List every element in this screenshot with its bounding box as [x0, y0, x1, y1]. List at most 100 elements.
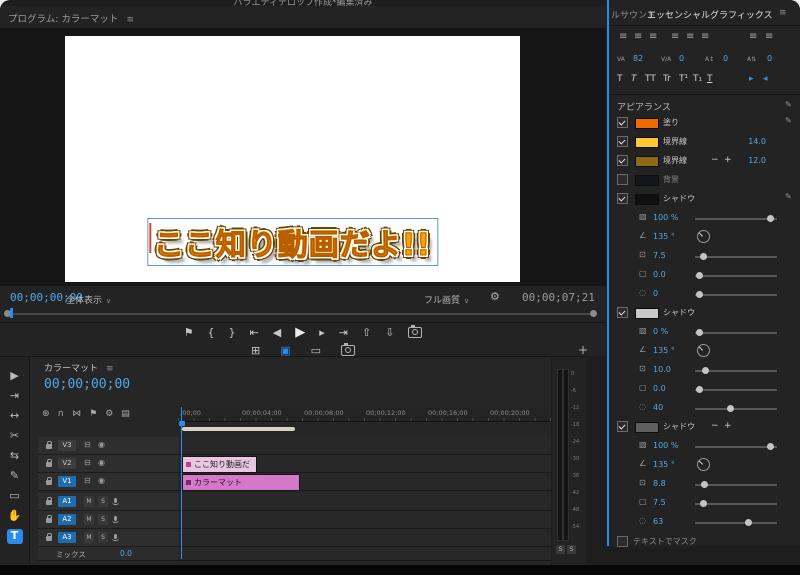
hand-tool[interactable]: ✋	[7, 509, 23, 523]
sync-lock-icon[interactable]: ⊟	[84, 459, 91, 467]
voiceover-mic-icon[interactable]	[112, 516, 119, 523]
track-select-forward-tool[interactable]: ⇥	[7, 389, 23, 403]
shadow1-distance-slider[interactable]	[695, 253, 777, 260]
capture-frame-button[interactable]	[341, 342, 356, 356]
eye-icon[interactable]: ◉	[98, 459, 105, 467]
stroke2-width-value[interactable]: 12.0	[748, 156, 766, 165]
align-justify-left-icon[interactable]: ≡	[671, 32, 679, 42]
lock-icon[interactable]	[46, 497, 52, 505]
small-caps-toggle[interactable]: Tr	[663, 74, 671, 84]
stroke2-checkbox[interactable]	[617, 155, 628, 166]
voiceover-mic-icon[interactable]	[112, 534, 119, 541]
superscript-toggle[interactable]: T¹	[679, 74, 688, 84]
underline-toggle[interactable]: T	[707, 74, 713, 84]
eye-icon[interactable]: ◉	[98, 441, 105, 449]
slider-knob[interactable]	[745, 519, 752, 526]
shadow1-opacity-value[interactable]: 100 %	[653, 213, 678, 222]
slider-knob[interactable]	[767, 443, 774, 450]
shadow2-size-slider[interactable]	[695, 386, 777, 393]
background-swatch[interactable]	[635, 175, 659, 186]
scrub-handle-right[interactable]	[590, 310, 597, 317]
fill-checkbox[interactable]	[617, 117, 628, 128]
shadow3-distance-slider[interactable]	[695, 481, 777, 488]
remove-shadow-button[interactable]: −	[711, 421, 719, 431]
lock-icon[interactable]	[46, 459, 52, 467]
go-to-out-button[interactable]: ⇥	[339, 327, 348, 338]
rectangle-tool[interactable]: ▭	[7, 489, 23, 503]
mark-out-button[interactable]: }	[229, 327, 236, 338]
comparison-view-button[interactable]: ▭	[311, 345, 321, 356]
align-justify-right-icon[interactable]: ≡	[701, 32, 709, 42]
slider-knob[interactable]	[727, 405, 734, 412]
lift-button[interactable]: ⇧	[362, 327, 371, 338]
type-tool[interactable]: T	[6, 529, 23, 544]
slider-knob[interactable]	[696, 272, 703, 279]
mute-button[interactable]: M	[84, 532, 94, 543]
solo-button[interactable]: S	[98, 496, 108, 507]
leading-value[interactable]: 0	[723, 54, 728, 63]
shadow1-blur-slider[interactable]	[695, 291, 777, 298]
razor-tool[interactable]: ✂	[7, 429, 23, 443]
clip-color-matte[interactable]: カラーマット	[182, 474, 300, 491]
text-direction-horizontal-icon[interactable]: ▸	[749, 74, 754, 84]
shadow2-blur-slider[interactable]	[695, 405, 777, 412]
voiceover-mic-icon[interactable]	[112, 498, 119, 505]
shadow2-angle-value[interactable]: 135 °	[653, 346, 675, 355]
shadow3-checkbox[interactable]	[617, 421, 628, 432]
mute-button[interactable]: M	[84, 496, 94, 507]
shadow2-size-value[interactable]: 0.0	[653, 384, 666, 393]
vertical-align-top-icon[interactable]: ≡	[749, 32, 757, 42]
slider-knob[interactable]	[696, 386, 703, 393]
appearance-eyedropper-icon[interactable]: ✎	[785, 100, 792, 109]
timeline-options-icon[interactable]: ▤	[121, 409, 130, 419]
mix-volume-value[interactable]: 0.0	[120, 549, 132, 558]
panel-menu-icon[interactable]: ≡	[106, 364, 114, 374]
slider-knob[interactable]	[702, 367, 709, 374]
align-right-icon[interactable]: ≡	[649, 32, 657, 42]
panel-menu-icon[interactable]: ≡	[779, 8, 787, 18]
shadow3-opacity-value[interactable]: 100 %	[653, 441, 678, 450]
linked-selection-icon[interactable]: ⋈	[72, 409, 81, 419]
nest-toggle-icon[interactable]: ⊕	[42, 409, 50, 419]
timeline-timecode[interactable]: 00;00;00;00	[44, 377, 130, 392]
mark-in-button[interactable]: {	[208, 327, 215, 338]
eye-icon[interactable]: ◉	[98, 477, 105, 485]
clip-graphic[interactable]: ここ知り動画だ	[182, 456, 257, 473]
shadow3-distance-value[interactable]: 8.8	[653, 479, 666, 488]
shadow1-size-slider[interactable]	[695, 272, 777, 279]
monitor-scrubber[interactable]	[8, 313, 592, 315]
export-frame-button[interactable]	[408, 324, 423, 338]
timeline-settings-wrench-icon[interactable]: ⚙	[105, 409, 113, 419]
lock-icon[interactable]	[46, 477, 52, 485]
stroke1-checkbox[interactable]	[617, 136, 628, 147]
program-canvas[interactable]: ここ知り動画だよ!!	[65, 36, 520, 282]
lock-icon[interactable]	[46, 441, 52, 449]
solo-button[interactable]: S	[98, 532, 108, 543]
step-back-button[interactable]: ◀	[273, 327, 281, 338]
track-content-v3[interactable]	[178, 437, 551, 455]
stroke1-width-value[interactable]: 14.0	[748, 137, 766, 146]
sync-lock-icon[interactable]: ⊟	[84, 477, 91, 485]
text-layer-selection[interactable]: ここ知り動画だよ!!	[146, 218, 439, 266]
stroke2-swatch[interactable]	[635, 156, 659, 167]
add-shadow-button[interactable]: +	[724, 421, 732, 431]
align-justify-center-icon[interactable]: ≡	[686, 32, 694, 42]
track-content-a1[interactable]	[178, 493, 551, 511]
snap-toggle-icon[interactable]: ∩	[58, 409, 65, 419]
shadow3-size-value[interactable]: 7.5	[653, 498, 666, 507]
slider-knob[interactable]	[700, 253, 707, 260]
telop-text[interactable]: ここ知り動画だよ!!	[153, 228, 431, 264]
shadow1-eyedropper-icon[interactable]: ✎	[785, 192, 792, 201]
tracking-value[interactable]: 82	[633, 54, 643, 63]
zoom-level-dropdown[interactable]: 全体表示 ∨	[66, 293, 111, 306]
vertical-align-bottom-icon[interactable]: ≡	[765, 32, 773, 42]
multicam-view-button[interactable]: ▣	[280, 345, 290, 356]
monitor-playhead[interactable]	[10, 308, 13, 318]
button-editor-grid-button[interactable]: ⊞	[251, 345, 260, 356]
step-forward-button[interactable]: ▸	[319, 327, 325, 338]
mask-with-text-checkbox[interactable]	[617, 536, 628, 547]
playback-quality-dropdown[interactable]: フル画質 ∨	[424, 293, 469, 306]
track-target-v1[interactable]: V1	[58, 476, 76, 487]
shadow3-blur-value[interactable]: 63	[653, 517, 663, 526]
shadow2-blur-value[interactable]: 40	[653, 403, 663, 412]
